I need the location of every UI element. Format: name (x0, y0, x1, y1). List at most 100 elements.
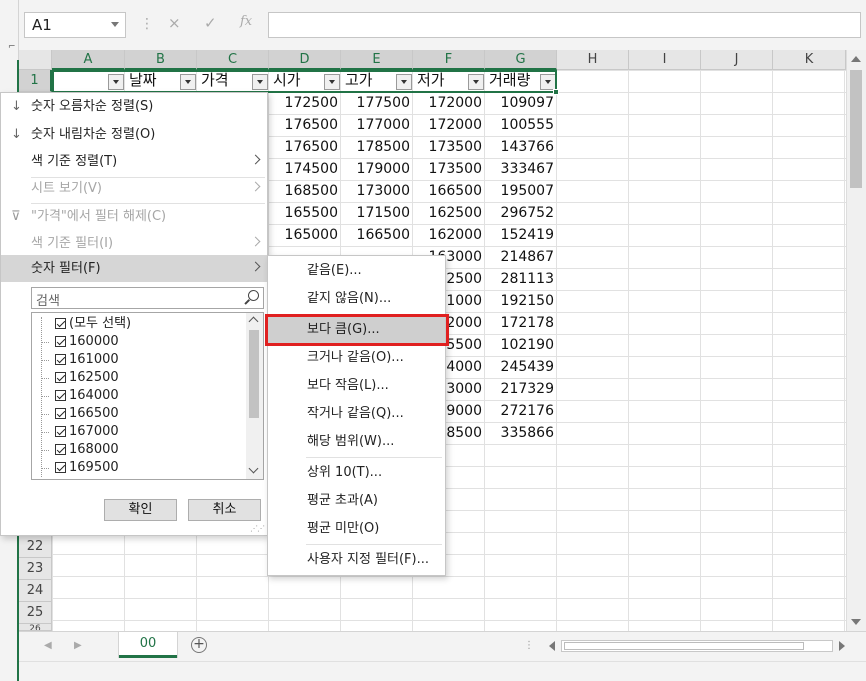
column-header-k[interactable]: K (773, 50, 846, 70)
column-header-i[interactable]: I (629, 50, 701, 70)
scroll-down-icon[interactable] (851, 619, 861, 625)
submenu-less-or-equal[interactable]: 작거나 같음(Q)... (268, 400, 445, 428)
row-header-26[interactable]: 26 (19, 624, 52, 631)
column-header-a[interactable]: A (52, 50, 125, 70)
resize-grip-icon[interactable]: ⋰⋰ (250, 524, 265, 533)
list-scroll-thumb[interactable] (249, 330, 259, 418)
row-header-23[interactable]: 23 (19, 558, 52, 580)
row-header-25[interactable]: 25 (19, 602, 52, 624)
cell-f4[interactable]: 173500 (413, 136, 485, 158)
cell-g9[interactable]: 214867 (485, 246, 557, 268)
cell-e8[interactable]: 166500 (341, 224, 413, 246)
row-header-22[interactable]: 22 (19, 536, 52, 558)
cell-g4[interactable]: 143766 (485, 136, 557, 158)
cell-e4[interactable]: 178500 (341, 136, 413, 158)
chevron-down-icon[interactable] (248, 463, 259, 474)
cell-f8[interactable]: 162000 (413, 224, 485, 246)
cell-f2[interactable]: 172000 (413, 92, 485, 114)
filter-dropdown-f[interactable] (468, 74, 484, 90)
filter-dropdown-d[interactable] (324, 74, 340, 90)
cell-d4[interactable]: 176500 (269, 136, 341, 158)
cell-d3[interactable]: 176500 (269, 114, 341, 136)
filter-dropdown-a[interactable] (108, 74, 124, 90)
cell-f6[interactable]: 166500 (413, 180, 485, 202)
formula-input[interactable] (268, 12, 861, 38)
column-header-g[interactable]: G (485, 50, 557, 70)
add-sheet-icon[interactable]: + (191, 637, 207, 653)
cell-g2[interactable]: 109097 (485, 92, 557, 114)
cell-f3[interactable]: 172000 (413, 114, 485, 136)
menu-number-filters[interactable]: 숫자 필터(F) (1, 255, 267, 282)
checkbox-checked-icon[interactable] (55, 408, 66, 419)
horizontal-scroll-thumb[interactable] (564, 642, 804, 650)
cell-e5[interactable]: 179000 (341, 158, 413, 180)
checkbox-checked-icon[interactable] (55, 426, 66, 437)
menu-sort-by-color[interactable]: 색 기준 정렬(T) (1, 148, 267, 175)
submenu-custom-filter[interactable]: 사용자 지정 필터(F)... (268, 546, 445, 574)
filter-value-list[interactable]: (모두 선택) 160000 161000 162500 164000 1665… (31, 312, 264, 480)
cell-g15[interactable]: 217329 (485, 378, 557, 400)
chevron-up-icon[interactable] (248, 316, 259, 327)
submenu-below-average[interactable]: 평균 미만(O) (268, 515, 445, 543)
cell-g13[interactable]: 102190 (485, 334, 557, 356)
cell-g10[interactable]: 281113 (485, 268, 557, 290)
cell-e3[interactable]: 177000 (341, 114, 413, 136)
list-scrollbar[interactable] (246, 313, 263, 479)
cell-g11[interactable]: 192150 (485, 290, 557, 312)
cell-d7[interactable]: 165500 (269, 202, 341, 224)
row-header-1[interactable]: 1 (19, 70, 52, 92)
submenu-between[interactable]: 해당 범위(W)... (268, 428, 445, 456)
cell-d2[interactable]: 172500 (269, 92, 341, 114)
submenu-above-average[interactable]: 평균 초과(A) (268, 487, 445, 515)
checkbox-checked-icon[interactable] (55, 354, 66, 365)
submenu-top-10[interactable]: 상위 10(T)... (268, 459, 445, 487)
menu-sort-ascending[interactable]: ↓ 숫자 오름차순 정렬(S) (1, 93, 267, 120)
cell-e2[interactable]: 177500 (341, 92, 413, 114)
next-sheet-icon[interactable]: ▶ (74, 640, 82, 651)
cancel-button[interactable]: 취소 (188, 499, 261, 521)
cell-g5[interactable]: 333467 (485, 158, 557, 180)
filter-dropdown-b[interactable] (180, 74, 196, 90)
filter-dropdown-g[interactable] (540, 74, 556, 90)
vertical-scrollbar[interactable] (846, 50, 866, 631)
cell-f7[interactable]: 162500 (413, 202, 485, 224)
filter-dropdown-c[interactable] (252, 74, 268, 90)
submenu-greater-or-equal[interactable]: 크거나 같음(O)... (268, 344, 445, 372)
drag-handle-icon[interactable]: ⋮ (140, 16, 154, 32)
cell-g7[interactable]: 296752 (485, 202, 557, 224)
column-header-h[interactable]: H (557, 50, 629, 70)
submenu-equals[interactable]: 같음(E)... (268, 257, 445, 285)
scroll-left-icon[interactable] (549, 641, 555, 651)
checkbox-checked-icon[interactable] (55, 336, 66, 347)
cell-g17[interactable]: 335866 (485, 422, 557, 444)
column-header-f[interactable]: F (413, 50, 485, 70)
cell-g3[interactable]: 100555 (485, 114, 557, 136)
insert-function-icon[interactable]: fx (240, 14, 252, 29)
cancel-icon[interactable]: × (168, 14, 181, 32)
vertical-scroll-thumb[interactable] (850, 70, 862, 188)
row-header-24[interactable]: 24 (19, 580, 52, 602)
column-header-e[interactable]: E (341, 50, 413, 70)
cell-f5[interactable]: 173500 (413, 158, 485, 180)
chevron-down-icon[interactable] (111, 22, 119, 27)
cell-g8[interactable]: 152419 (485, 224, 557, 246)
column-header-j[interactable]: J (701, 50, 773, 70)
submenu-less-than[interactable]: 보다 작음(L)... (268, 372, 445, 400)
checkbox-checked-icon[interactable] (55, 462, 66, 473)
cell-d8[interactable]: 165000 (269, 224, 341, 246)
submenu-greater-than[interactable]: 보다 큼(G)... (268, 316, 445, 344)
submenu-not-equal[interactable]: 같지 않음(N)... (268, 285, 445, 313)
column-header-d[interactable]: D (269, 50, 341, 70)
name-box[interactable]: A1 (24, 12, 126, 38)
ok-button[interactable]: 확인 (104, 499, 177, 521)
cell-e7[interactable]: 171500 (341, 202, 413, 224)
column-header-b[interactable]: B (125, 50, 197, 70)
checkbox-checked-icon[interactable] (55, 390, 66, 401)
prev-sheet-icon[interactable]: ◀ (44, 640, 52, 651)
cell-g12[interactable]: 172178 (485, 312, 557, 334)
filter-dropdown-e[interactable] (396, 74, 412, 90)
scroll-up-icon[interactable] (851, 56, 861, 62)
column-header-c[interactable]: C (197, 50, 269, 70)
cell-g16[interactable]: 272176 (485, 400, 557, 422)
enter-icon[interactable]: ✓ (204, 14, 217, 32)
